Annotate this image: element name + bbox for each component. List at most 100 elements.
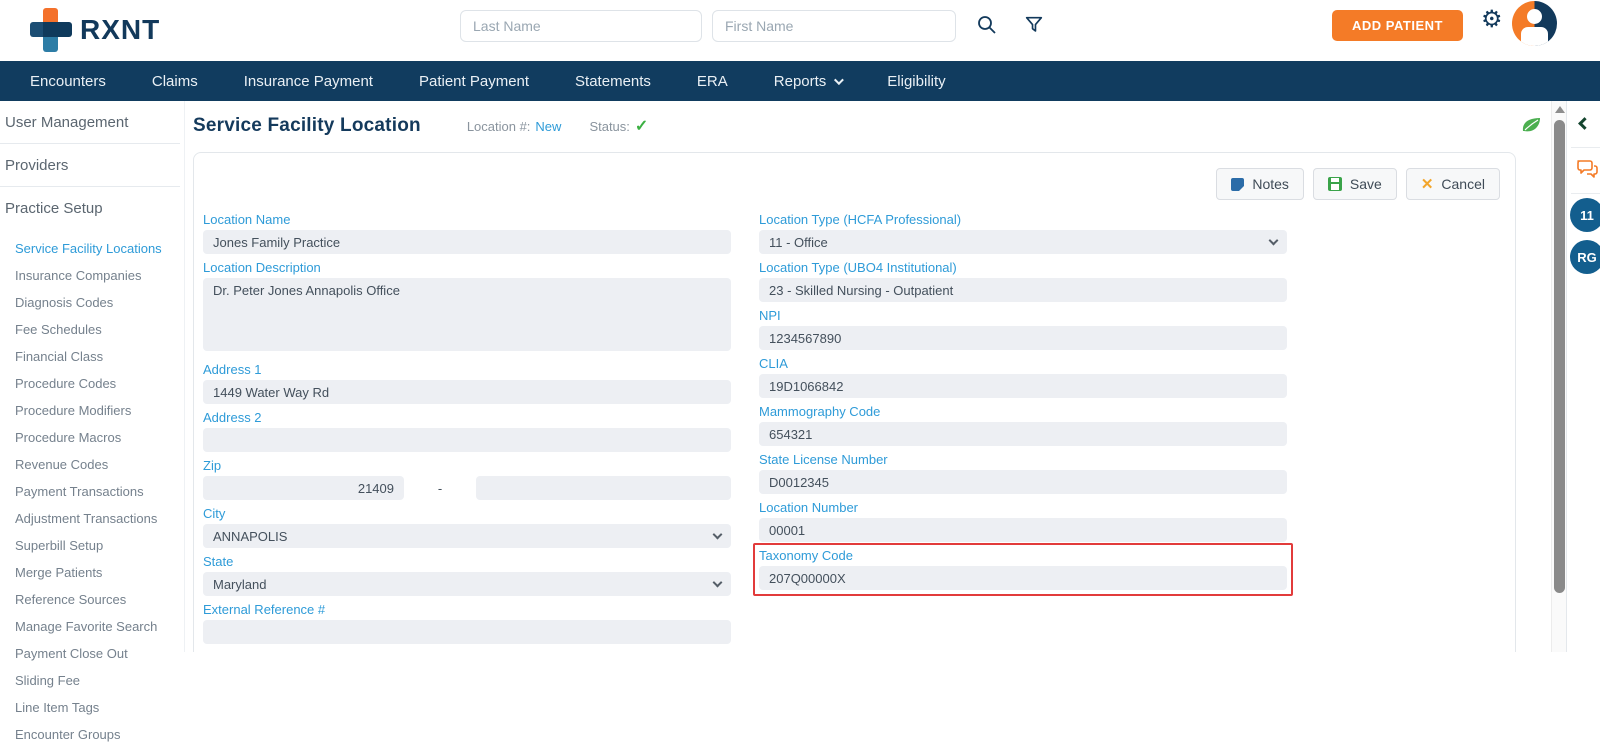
- nav-encounters[interactable]: Encounters: [30, 73, 106, 90]
- sidebar-item-manage-favorite-search[interactable]: Manage Favorite Search: [0, 613, 184, 640]
- zip-input[interactable]: [203, 476, 404, 500]
- state-license-number-input[interactable]: [759, 470, 1287, 494]
- nav-statements[interactable]: Statements: [575, 73, 651, 90]
- avatar-person-icon: [1527, 9, 1542, 24]
- notes-button[interactable]: Notes: [1216, 168, 1304, 200]
- nav-insurance-payment[interactable]: Insurance Payment: [244, 73, 373, 90]
- status-check-icon: ✓: [634, 118, 649, 135]
- last-name-input[interactable]: [460, 10, 702, 42]
- sidebar-item-payment-transactions[interactable]: Payment Transactions: [0, 478, 184, 505]
- chat-badge-rg[interactable]: RG: [1570, 240, 1600, 274]
- cancel-icon: ✕: [1420, 176, 1434, 193]
- chat-icon[interactable]: [1575, 157, 1599, 186]
- field-external-reference: External Reference #: [203, 602, 731, 644]
- chevron-down-icon: [1268, 235, 1279, 245]
- nav-patient-payment[interactable]: Patient Payment: [419, 73, 529, 90]
- first-name-input[interactable]: [712, 10, 956, 42]
- nav-eligibility[interactable]: Eligibility: [887, 73, 945, 90]
- divider: [1571, 147, 1600, 148]
- add-patient-button[interactable]: ADD PATIENT: [1332, 10, 1463, 41]
- vertical-scrollbar[interactable]: [1551, 101, 1566, 652]
- top-header: RXNT ADD PATIENT ⚙: [0, 0, 1600, 61]
- sidebar-section-practice-setup[interactable]: Practice Setup: [0, 187, 184, 229]
- sidebar-item-insurance-companies[interactable]: Insurance Companies: [0, 262, 184, 289]
- state-select[interactable]: Maryland: [203, 572, 731, 596]
- status-label: Status:: [589, 119, 630, 134]
- sidebar-item-encounter-groups[interactable]: Encounter Groups: [0, 721, 184, 748]
- nav-reports[interactable]: Reports: [774, 73, 845, 90]
- field-address-2: Address 2: [203, 410, 731, 452]
- sidebar-item-adjustment-transactions[interactable]: Adjustment Transactions: [0, 505, 184, 532]
- chevron-down-icon: [834, 74, 845, 85]
- scroll-up-arrow-icon[interactable]: [1555, 106, 1565, 113]
- location-type-hcfa-select[interactable]: 11 - Office: [759, 230, 1287, 254]
- collapse-chevron-icon[interactable]: [1578, 117, 1591, 130]
- form-left-column: Location Name Location Description Dr. P…: [203, 212, 731, 650]
- notes-icon: [1231, 177, 1245, 191]
- external-reference-input[interactable]: [203, 620, 731, 644]
- location-number-label: Location #:: [466, 119, 531, 134]
- location-number-input[interactable]: [759, 518, 1287, 542]
- field-npi: NPI: [759, 308, 1287, 350]
- rxnt-logo[interactable]: RXNT: [30, 8, 160, 52]
- chevron-down-icon: [712, 577, 723, 587]
- field-city: City ANNAPOLIS: [203, 506, 731, 548]
- gear-icon[interactable]: ⚙: [1481, 8, 1503, 32]
- field-location-description: Location Description Dr. Peter Jones Ann…: [203, 260, 731, 356]
- address-1-input[interactable]: [203, 380, 731, 404]
- field-clia: CLIA: [759, 356, 1287, 398]
- location-number-value: New: [535, 119, 562, 134]
- save-button[interactable]: Save: [1312, 168, 1397, 200]
- zip-separator: -: [437, 480, 443, 496]
- field-taxonomy-code-highlighted: Taxonomy Code: [753, 543, 1293, 596]
- sidebar: User Management Providers Practice Setup…: [0, 101, 185, 742]
- main-content: Service Facility Location Location #: Ne…: [185, 101, 1552, 652]
- field-address-1: Address 1: [203, 362, 731, 404]
- field-location-type-hcfa: Location Type (HCFA Professional) 11 - O…: [759, 212, 1287, 254]
- field-state-license-number: State License Number: [759, 452, 1287, 494]
- sidebar-item-merge-patients[interactable]: Merge Patients: [0, 559, 184, 586]
- sidebar-item-service-facility-locations[interactable]: Service Facility Locations: [0, 235, 184, 262]
- sidebar-item-user-management[interactable]: User Management: [0, 101, 184, 143]
- sidebar-item-reference-sources[interactable]: Reference Sources: [0, 586, 184, 613]
- location-name-input[interactable]: [203, 230, 731, 254]
- sidebar-item-procedure-macros[interactable]: Procedure Macros: [0, 424, 184, 451]
- chat-badge-11[interactable]: 11: [1570, 198, 1600, 232]
- mammography-code-input[interactable]: [759, 422, 1287, 446]
- npi-input[interactable]: [759, 326, 1287, 350]
- sidebar-item-diagnosis-codes[interactable]: Diagnosis Codes: [0, 289, 184, 316]
- cancel-button[interactable]: ✕ Cancel: [1405, 168, 1500, 200]
- address-2-input[interactable]: [203, 428, 731, 452]
- save-icon: [1327, 177, 1342, 191]
- form-right-column: Location Type (HCFA Professional) 11 - O…: [753, 212, 1293, 650]
- scrollbar-thumb[interactable]: [1554, 120, 1565, 593]
- right-rail: 11 RG: [1566, 101, 1600, 652]
- nav-claims[interactable]: Claims: [152, 73, 198, 90]
- field-location-number: Location Number: [759, 500, 1287, 542]
- sidebar-item-sliding-fee[interactable]: Sliding Fee: [0, 667, 184, 694]
- sidebar-item-line-item-tags[interactable]: Line Item Tags: [0, 694, 184, 721]
- sidebar-item-fee-schedules[interactable]: Fee Schedules: [0, 316, 184, 343]
- sidebar-item-revenue-codes[interactable]: Revenue Codes: [0, 451, 184, 478]
- avatar[interactable]: [1512, 1, 1557, 46]
- sidebar-item-payment-close-out[interactable]: Payment Close Out: [0, 640, 184, 667]
- nav-era[interactable]: ERA: [697, 73, 728, 90]
- sidebar-item-superbill-setup[interactable]: Superbill Setup: [0, 532, 184, 559]
- clia-input[interactable]: [759, 374, 1287, 398]
- taxonomy-code-input[interactable]: [759, 566, 1287, 590]
- zip-plus4-input[interactable]: [476, 476, 731, 500]
- sidebar-item-financial-class[interactable]: Financial Class: [0, 343, 184, 370]
- field-location-type-ubo4: Location Type (UBO4 Institutional): [759, 260, 1287, 302]
- page-title: Service Facility Location: [193, 115, 421, 136]
- sidebar-item-procedure-modifiers[interactable]: Procedure Modifiers: [0, 397, 184, 424]
- leaf-icon: [1520, 115, 1542, 140]
- search-icon[interactable]: [976, 14, 998, 41]
- location-description-textarea[interactable]: Dr. Peter Jones Annapolis Office: [203, 278, 731, 351]
- filter-icon[interactable]: [1023, 14, 1045, 41]
- sidebar-item-procedure-codes[interactable]: Procedure Codes: [0, 370, 184, 397]
- sidebar-item-providers[interactable]: Providers: [0, 144, 184, 186]
- city-select[interactable]: ANNAPOLIS: [203, 524, 731, 548]
- main-navbar: Encounters Claims Insurance Payment Pati…: [0, 61, 1600, 101]
- field-zip: Zip -: [203, 458, 731, 500]
- location-type-ubo4-input[interactable]: [759, 278, 1287, 302]
